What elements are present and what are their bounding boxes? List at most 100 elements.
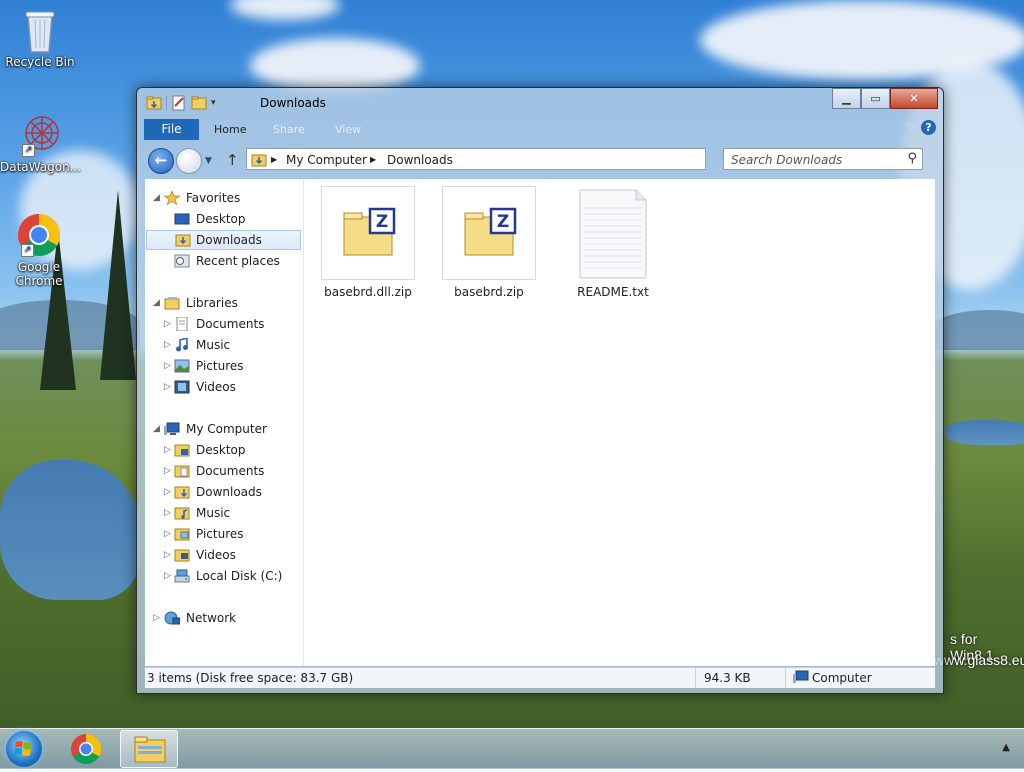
file-item[interactable]: README.txt — [558, 186, 668, 299]
customize-toolbar-chevron-icon[interactable]: ▾ — [211, 98, 216, 108]
wallpaper-pond — [945, 420, 1024, 445]
nav-computer-downloads[interactable]: ▷ Downloads — [145, 482, 301, 502]
local-disk-icon — [174, 569, 190, 583]
nav-computer-music[interactable]: ▷ Music — [145, 503, 301, 523]
nav-network-label: Network — [186, 611, 237, 625]
expanded-chevron-icon[interactable]: ◢ — [153, 188, 160, 208]
music-icon — [174, 336, 190, 352]
collapsed-chevron-icon[interactable]: ▷ — [164, 356, 171, 376]
nav-computer-videos[interactable]: ▷ Videos — [145, 545, 301, 565]
nav-item-label: Downloads — [196, 233, 262, 247]
minimize-button[interactable]: ▁ — [832, 88, 861, 109]
nav-libraries-videos[interactable]: ▷ Videos — [145, 377, 301, 397]
status-location: Computer — [812, 671, 872, 685]
collapsed-chevron-icon[interactable]: ▷ — [164, 440, 171, 460]
nav-item-label: Documents — [196, 464, 265, 478]
tab-file[interactable]: File — [144, 119, 199, 140]
collapsed-chevron-icon[interactable]: ▷ — [164, 377, 171, 397]
nav-libraries-label: Libraries — [186, 296, 238, 310]
nav-favorites-downloads[interactable]: Downloads — [146, 230, 301, 250]
recent-locations-chevron-icon[interactable]: ▼ — [205, 156, 212, 166]
wallpaper-pond — [0, 460, 140, 600]
help-icon[interactable]: ? — [921, 120, 936, 135]
datawagon-desktop-icon[interactable]: ↗ DataWagon... — [0, 113, 81, 174]
shortcut-arrow-icon: ↗ — [22, 144, 35, 157]
title-bar[interactable]: ▾ Downloads ▁ ▭ ✕ — [137, 88, 943, 118]
tab-view[interactable]: View — [335, 119, 361, 140]
file-item[interactable]: Z basebrd.dll.zip — [308, 186, 428, 299]
navigation-pane[interactable]: ◢ Favorites Desktop Downloads Recent pla… — [145, 179, 304, 666]
desktop-folder-icon — [174, 443, 190, 457]
taskbar-chrome-button[interactable] — [57, 730, 115, 768]
collapsed-chevron-icon[interactable]: ▷ — [164, 335, 171, 355]
tab-share[interactable]: Share — [273, 119, 305, 140]
status-item-count: 3 items (Disk free space: 83.7 GB) — [147, 671, 354, 685]
chrome-icon — [71, 734, 102, 765]
nav-computer-desktop[interactable]: ▷ Desktop — [145, 440, 301, 460]
network-icon — [164, 611, 181, 625]
forward-button[interactable] — [176, 148, 202, 174]
nav-item-label: Local Disk (C:) — [196, 569, 283, 583]
search-box[interactable]: Search Downloads ⚲ — [723, 148, 923, 170]
collapsed-chevron-icon[interactable]: ▷ — [164, 503, 171, 523]
collapsed-chevron-icon[interactable]: ▷ — [164, 482, 171, 502]
file-list[interactable]: Z basebrd.dll.zip Z basebrd.zip README.t… — [305, 179, 935, 666]
breadcrumb-chevron-icon[interactable]: ▶ — [370, 155, 376, 164]
ribbon-help-area: ♡ ? — [906, 120, 936, 135]
expand-ribbon-chevron-icon[interactable]: ♡ — [906, 122, 915, 133]
downloads-folder-icon — [175, 233, 191, 247]
breadcrumb-my-computer[interactable]: My Computer — [286, 153, 367, 167]
tray-expand-icon[interactable]: ▲ — [1002, 742, 1010, 753]
datawagon-icon: ↗ — [18, 113, 62, 157]
expanded-chevron-icon[interactable]: ◢ — [153, 419, 160, 439]
properties-icon[interactable] — [171, 95, 187, 111]
google-chrome-desktop-icon[interactable]: ↗ Google Chrome — [0, 213, 79, 288]
recycle-bin-icon — [18, 8, 62, 53]
nav-item-label: Music — [196, 506, 231, 520]
nav-libraries-documents[interactable]: ▷ Documents — [145, 314, 301, 334]
breadcrumb-chevron-icon[interactable]: ▶ — [271, 155, 277, 164]
folder-app-icon[interactable] — [146, 95, 162, 111]
taskbar-explorer-button[interactable] — [120, 730, 178, 768]
collapsed-chevron-icon[interactable]: ▷ — [164, 461, 171, 481]
nav-favorites-desktop[interactable]: Desktop — [145, 209, 301, 229]
nav-computer-local-disk[interactable]: ▷ Local Disk (C:) — [145, 566, 301, 586]
nav-libraries-music[interactable]: ▷ Music — [145, 335, 301, 355]
collapsed-chevron-icon[interactable]: ▷ — [164, 566, 171, 586]
nav-item-label: Pictures — [196, 527, 244, 541]
address-bar[interactable]: ▶ My Computer ▶ Downloads ▼ ⇆ — [246, 148, 805, 170]
nav-libraries[interactable]: ◢ Libraries — [145, 293, 301, 313]
recycle-bin-label: Recycle Bin — [5, 55, 75, 69]
text-file-icon — [566, 186, 660, 280]
search-icon[interactable]: ⚲ — [907, 151, 917, 166]
collapsed-chevron-icon[interactable]: ▷ — [164, 545, 171, 565]
recycle-bin-desktop-icon[interactable]: Recycle Bin — [0, 8, 80, 69]
expanded-chevron-icon[interactable]: ◢ — [153, 293, 160, 313]
up-arrow-icon[interactable]: ↑ — [226, 151, 239, 169]
shortcut-arrow-icon: ↗ — [21, 244, 34, 257]
nav-computer-pictures[interactable]: ▷ Pictures — [145, 524, 301, 544]
documents-folder-icon — [174, 464, 190, 478]
collapsed-chevron-icon[interactable]: ▷ — [164, 524, 171, 544]
nav-favorites[interactable]: ◢ Favorites — [145, 188, 301, 208]
new-folder-icon[interactable] — [191, 95, 207, 111]
zip-folder-icon: Z — [442, 186, 536, 280]
collapsed-chevron-icon[interactable]: ▷ — [153, 608, 160, 628]
downloads-folder-icon — [174, 485, 190, 499]
maximize-button[interactable]: ▭ — [861, 88, 890, 109]
back-button[interactable]: ← — [148, 148, 174, 174]
nav-item-label: Videos — [196, 380, 236, 394]
start-button[interactable] — [6, 731, 42, 767]
nav-my-computer[interactable]: ◢ My Computer — [145, 419, 301, 439]
nav-network[interactable]: ▷ Network — [145, 608, 301, 628]
breadcrumb-downloads[interactable]: Downloads — [387, 153, 453, 167]
file-item[interactable]: Z basebrd.zip — [429, 186, 549, 299]
close-button[interactable]: ✕ — [890, 88, 938, 109]
collapsed-chevron-icon[interactable]: ▷ — [164, 314, 171, 334]
nav-favorites-recent-places[interactable]: Recent places — [145, 251, 301, 271]
nav-libraries-pictures[interactable]: ▷ Pictures — [145, 356, 301, 376]
wallpaper-cloud — [230, 0, 340, 20]
nav-my-computer-label: My Computer — [186, 422, 267, 436]
tab-home[interactable]: Home — [214, 119, 246, 140]
nav-computer-documents[interactable]: ▷ Documents — [145, 461, 301, 481]
